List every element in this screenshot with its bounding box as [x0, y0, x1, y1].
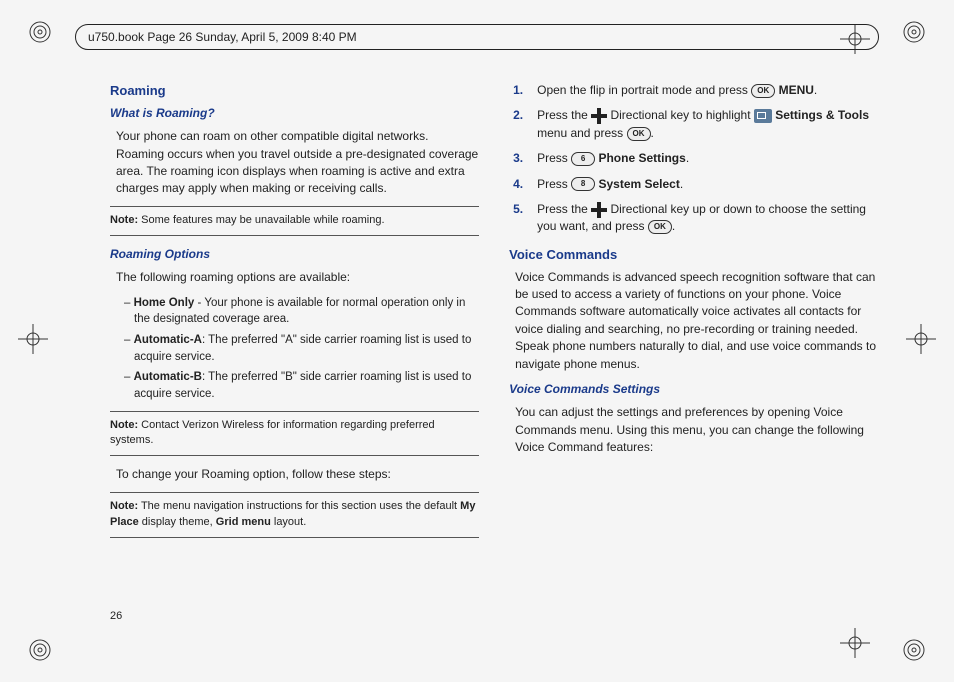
eight-key-icon: 8 [571, 177, 595, 191]
list-item: Automatic-A: The preferred "A" side carr… [124, 332, 479, 365]
step-item: Press 6 Phone Settings. [513, 150, 878, 167]
list-item: Home Only - Your phone is available for … [124, 295, 479, 328]
roaming-heading: Roaming [110, 82, 479, 101]
crop-cross-bottom [840, 628, 870, 658]
what-is-roaming-heading: What is Roaming? [110, 105, 479, 122]
dpad-icon [591, 202, 607, 218]
crop-cross-left [18, 324, 48, 354]
note-label: Note: [110, 500, 138, 512]
note-menu-nav: Note: The menu navigation instructions f… [110, 492, 479, 538]
left-column: Roaming What is Roaming? Your phone can … [110, 82, 479, 612]
voice-commands-settings-heading: Voice Commands Settings [509, 381, 878, 398]
note-label: Note: [110, 214, 138, 226]
ok-key-icon: OK [627, 127, 651, 141]
page-body: Roaming What is Roaming? Your phone can … [110, 82, 879, 612]
voice-commands-description: Voice Commands is advanced speech recogn… [515, 269, 878, 373]
corner-mark-tl [28, 20, 52, 44]
corner-mark-br [902, 638, 926, 662]
roaming-options-intro: The following roaming options are availa… [116, 269, 479, 286]
change-roaming-intro: To change your Roaming option, follow th… [116, 466, 479, 483]
list-item: Automatic-B: The preferred "B" side carr… [124, 369, 479, 402]
note-label: Note: [110, 419, 138, 431]
step-item: Press the Directional key to highlight S… [513, 107, 878, 142]
note-roaming-features: Note: Some features may be unavailable w… [110, 206, 479, 236]
voice-commands-settings-description: You can adjust the settings and preferen… [515, 404, 878, 456]
ok-key-icon: OK [751, 84, 775, 98]
step-item: Press the Directional key up or down to … [513, 201, 878, 236]
corner-mark-bl [28, 638, 52, 662]
roaming-options-list: Home Only - Your phone is available for … [124, 295, 479, 403]
header-text: u750.book Page 26 Sunday, April 5, 2009 … [88, 30, 357, 44]
voice-commands-heading: Voice Commands [509, 246, 878, 265]
ok-key-icon: OK [648, 220, 672, 234]
dpad-icon [591, 108, 607, 124]
page-header: u750.book Page 26 Sunday, April 5, 2009 … [75, 24, 879, 50]
corner-mark-tr [902, 20, 926, 44]
note-text: Contact Verizon Wireless for information… [110, 419, 435, 447]
crop-cross-right [906, 324, 936, 354]
six-key-icon: 6 [571, 152, 595, 166]
steps-list: Open the flip in portrait mode and press… [513, 82, 878, 236]
roaming-options-heading: Roaming Options [110, 246, 479, 263]
note-verizon: Note: Contact Verizon Wireless for infor… [110, 411, 479, 457]
right-column: Open the flip in portrait mode and press… [509, 82, 878, 612]
page-number: 26 [110, 610, 122, 622]
settings-tools-icon [754, 109, 772, 123]
roaming-description: Your phone can roam on other compatible … [116, 128, 479, 198]
step-item: Open the flip in portrait mode and press… [513, 82, 878, 99]
note-text: Some features may be unavailable while r… [138, 214, 384, 226]
step-item: Press 8 System Select. [513, 176, 878, 193]
